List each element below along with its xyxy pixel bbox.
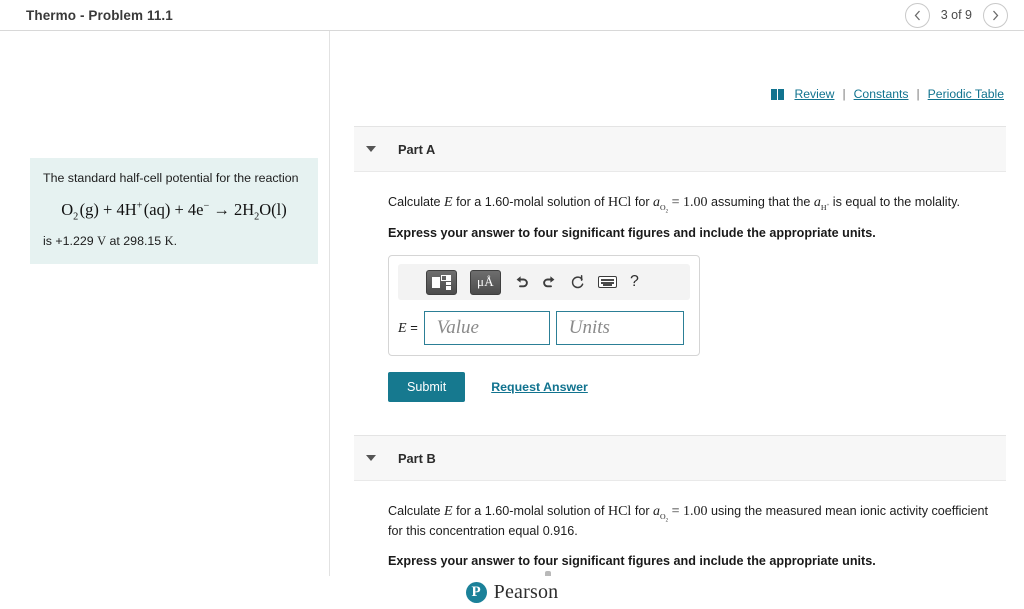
resource-separator-1: | <box>842 87 846 101</box>
part-a-question: Calculate E for a 1.60-molal solution of… <box>388 192 1006 214</box>
resource-links: Review | Constants | Periodic Table <box>771 87 1004 101</box>
part-a-units-input[interactable]: Units <box>555 311 684 345</box>
part-b-question: Calculate E for a 1.60-molal solution of… <box>388 501 1006 541</box>
outro-mid: at <box>106 233 124 248</box>
part-b-section: Part B Calculate E for a 1.60-molal solu… <box>330 435 1024 576</box>
problem-intro-text: The standard half-cell potential for the… <box>43 171 299 185</box>
pager: 3 of 9 <box>904 2 1008 28</box>
part-a-request-answer-link[interactable]: Request Answer <box>491 380 588 394</box>
part-a-body: Calculate E for a 1.60-molal solution of… <box>330 192 1024 402</box>
qb-seg1: Calculate <box>388 504 445 518</box>
qa-seg3: for <box>631 195 654 209</box>
footer: P Pearson <box>0 576 1024 609</box>
outro-unit: V <box>97 233 107 248</box>
part-a-submit-row: Submit Request Answer <box>388 372 1006 402</box>
chemical-equation: O2 (g) + 4H+ (aq) + 4e− → 2H2O(l) <box>61 199 287 223</box>
outro-prefix: is <box>43 233 56 248</box>
part-a-title: Part A <box>398 141 436 157</box>
qb-equals: = <box>668 504 683 519</box>
chevron-right-icon <box>993 10 999 20</box>
part-b-instruction: Express your answer to four significant … <box>388 553 876 568</box>
collapse-caret-icon[interactable] <box>366 146 376 152</box>
previous-problem-button[interactable] <box>904 2 930 28</box>
pearson-brand-text: Pearson <box>493 581 559 603</box>
part-a-eq-sign: = <box>410 319 418 335</box>
outro-temp: 298.15 <box>123 233 162 248</box>
micro-angstrom-icon[interactable]: μÅ <box>470 269 501 295</box>
part-a-input-row: E = Value Units <box>398 311 690 345</box>
part-a-equation-label: E = <box>398 320 418 337</box>
part-a-submit-button[interactable]: Submit <box>388 372 466 402</box>
review-link[interactable]: Review <box>794 87 834 101</box>
constants-link[interactable]: Constants <box>854 87 909 101</box>
math-template-icon[interactable] <box>426 269 457 295</box>
part-a-header[interactable]: Part A <box>354 126 1006 172</box>
qa-value: 1.00 <box>683 195 708 210</box>
part-a-eq-var: E <box>398 320 407 336</box>
qa-hcl: HCl <box>607 195 632 210</box>
outro-temp-unit: K <box>164 233 174 248</box>
pearson-logo-icon: P <box>465 582 487 603</box>
reset-circle-icon[interactable] <box>570 274 585 290</box>
periodic-table-link[interactable]: Periodic Table <box>928 87 1004 101</box>
micro-angstrom-label: μÅ <box>477 274 494 289</box>
book-icon <box>771 88 785 100</box>
part-b-title: Part B <box>398 450 436 466</box>
part-b-body: Calculate E for a 1.60-molal solution of… <box>330 501 1024 576</box>
outro-end: . <box>173 233 178 248</box>
part-a-instruction: Express your answer to four significant … <box>388 226 876 240</box>
part-a-value-input[interactable]: Value <box>423 311 550 345</box>
qa-seg4: assuming that the <box>707 195 814 209</box>
answer-pane: Review | Constants | Periodic Table Part… <box>330 31 1024 576</box>
keyboard-icon[interactable] <box>598 276 617 288</box>
qa-seg2: for a 1.60-molal solution of <box>452 195 608 209</box>
page-title: Thermo - Problem 11.1 <box>26 7 173 23</box>
content-area: The standard half-cell potential for the… <box>0 31 1024 576</box>
qa-seg1: Calculate <box>388 195 445 209</box>
top-bar: Thermo - Problem 11.1 3 of 9 <box>0 0 1024 31</box>
question-mark-icon[interactable]: ? <box>630 274 639 290</box>
qa-activity-1: a <box>653 195 661 210</box>
problem-outro-text: is +1.229 V at 298.15 K. <box>43 233 305 251</box>
qa-activity-2: a <box>813 195 821 210</box>
next-problem-button[interactable] <box>983 2 1008 28</box>
qb-hcl: HCl <box>607 504 632 519</box>
problem-statement-pane: The standard half-cell potential for the… <box>0 31 330 576</box>
part-a-math-toolbar: μÅ ? <box>398 264 690 300</box>
part-b-header[interactable]: Part B <box>354 435 1006 481</box>
qa-var-e: E <box>444 195 453 210</box>
part-a-units-placeholder: Units <box>568 317 610 338</box>
pager-label: 3 of 9 <box>940 8 972 22</box>
qb-activity-1: a <box>653 504 661 519</box>
qb-var-e: E <box>444 504 453 519</box>
chevron-left-icon <box>914 10 920 20</box>
qb-seg2: for a 1.60-molal solution of <box>452 504 608 518</box>
undo-arrow-icon[interactable] <box>514 275 529 289</box>
redo-arrow-icon[interactable] <box>542 275 557 289</box>
qb-seg3: for <box>631 504 654 518</box>
resource-separator-2: | <box>916 87 920 101</box>
qb-value: 1.00 <box>683 504 708 519</box>
problem-info-card: The standard half-cell potential for the… <box>30 158 318 264</box>
collapse-caret-icon[interactable] <box>366 455 376 461</box>
part-a-section: Part A Calculate E for a 1.60-molal solu… <box>330 126 1024 402</box>
outro-value: +1.229 <box>55 233 94 248</box>
qa-equals: = <box>668 195 683 210</box>
part-a-answer-box: μÅ ? E = Value Units <box>388 255 700 356</box>
qa-seg5: is equal to the molality. <box>829 195 960 209</box>
part-a-value-placeholder: Value <box>436 317 479 338</box>
